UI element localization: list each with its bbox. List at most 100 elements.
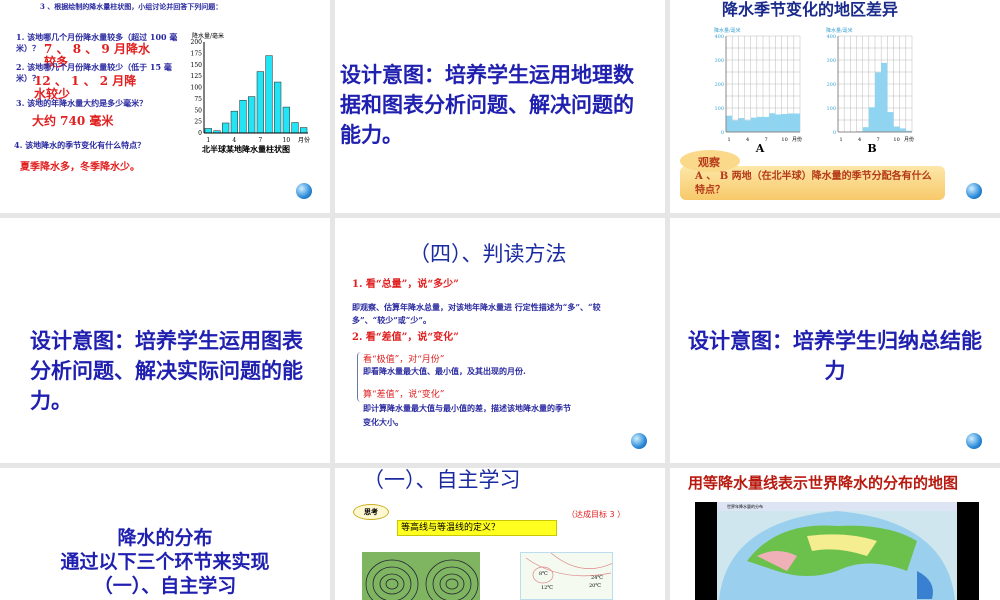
method-2b-desc: 即计算降水量最大值与最小值的差，描述该地降水量的季节变化大小。 [363,403,571,427]
x-tick-label: 1 [839,137,842,143]
method-1: 1. 看“总量”，说“多少” [352,279,459,290]
bar-3 [222,122,230,134]
slide-thumbnail-8[interactable]: （一）、自主学习 思考 （达成目标 3 ） 等高线与等温线的定义？ 8℃ 12℃… [335,468,665,600]
y-tick-label: 300 [826,58,836,64]
x-tick-label: 4 [232,137,236,144]
question-3: 3. 该地的年降水量大约是多少毫米？ [16,98,148,108]
y-tick-label: 400 [826,34,836,40]
isotherm-label: 20℃ [589,583,601,589]
bar-4 [744,120,751,132]
question-box: 等高线与等温线的定义？ [397,520,557,536]
slide-title: 降水季节变化的地区差异 [722,0,899,19]
slide-title: 用等降水量线表示世界降水的分布的地图 [688,474,959,492]
bar-12 [793,113,800,132]
chart-title: 北半球某地降水量柱状图 [202,144,290,154]
method-1-desc: 即观察、估算年降水总量，对该地年降水量进 行定性描述为“多”、“较多”、“较少”… [352,302,601,325]
slide-thumbnail-4[interactable]: 设计意图：培养学生运用图表分析问题、解决实际问题的能力。 [0,218,330,463]
observe-question: A 、 B 两地（在北半球）降水量的季节分配各有什么特点？ [695,171,932,196]
y-tick-label: 0 [198,130,202,137]
chart-title: B [867,142,876,154]
answer-4: 夏季降水多，冬季降水少。 [20,162,140,173]
slide-thumbnail-5[interactable]: （四）、判读方法 1. 看“总量”，说“多少” 即观察、估算年降水总量，对该地年… [335,218,665,463]
contour-map [362,552,480,600]
map-window-title: 世界年降水量的分布 [717,502,957,511]
bar-8 [265,55,273,134]
y-tick-label: 125 [191,73,203,80]
x-tick-label: 4 [746,137,749,143]
slide-thumbnail-2[interactable]: 设计意图：培养学生运用地理数据和图表分析问题、解决问题的能力。 [335,0,665,213]
slide-subtitle: 通过以下三个环节来实现 [60,551,270,573]
slide-title: （一）、自主学习 [363,468,521,492]
design-intent-text: 设计意图：培养学生归纳总结能力 [688,328,982,383]
x-axis-label: 月份 [904,136,914,143]
x-tick-label: 1 [727,137,730,143]
x-tick-label: 10 [893,137,899,143]
observe-label: 观察 [698,156,720,169]
x-tick-label: 7 [764,137,767,143]
method-2b: 算“差值”，说“变化” [363,390,445,400]
y-axis-label: 降水量/毫米 [826,27,853,34]
bar-5 [750,117,757,132]
y-tick-label: 150 [191,62,203,69]
isotherm-label: 12℃ [541,585,553,591]
chart-a: 降水量/毫米 0 100 200 300 400 1 4 7 10 月份 A [714,27,802,154]
y-tick-label: 0 [721,130,724,136]
y-tick-label: 100 [826,106,836,112]
answer-3: 大约 740 毫米 [32,114,114,128]
bar-2 [732,120,739,132]
x-axis-label: 月份 [298,136,310,144]
slide-line3: （一）、自主学习 [93,575,237,597]
chart-b: 降水量/毫米 0 100 200 300 400 1 4 7 10 月份 B [826,27,914,154]
y-axis-label: 降水量/毫米 [714,27,741,34]
bar-10 [282,106,290,134]
bar-11 [787,113,794,132]
method-2a: 看“极值”，对“月份” [363,355,445,365]
question-4: 4. 该地降水的季节变化有什么特点？ [14,140,146,150]
isotherm-label: 8℃ [539,571,548,577]
bar-7 [875,72,882,132]
chart-title: A [755,142,765,154]
y-tick-label: 25 [194,119,202,126]
slide-title: （四）、判读方法 [409,242,567,266]
bar-1 [204,128,212,134]
bar-5 [862,127,869,132]
design-intent-text: 设计意图：培养学生运用地理数据和图表分析问题、解决问题的能力。 [340,62,634,147]
bar-11 [899,128,906,132]
bar-9 [274,81,282,134]
slide-thumbnail-9[interactable]: 用等降水量线表示世界降水的分布的地图 世界年降水量的分布 [670,468,1000,600]
bar-9 [775,114,782,132]
x-tick-label: 7 [258,137,262,144]
slide-heading: 3 、根据绘制的降水量柱状图，小组讨论并回答下列问题： [40,2,223,11]
bar-1 [726,115,733,132]
y-tick-label: 200 [826,82,836,88]
precipitation-bar-chart: 降水量/毫米02550751001251501752001 4 7 10 月份北半球某地… [191,32,310,154]
globe-icon [966,183,982,199]
y-tick-label: 100 [714,106,724,112]
y-tick-label: 75 [194,96,202,103]
bar-7 [256,71,264,134]
think-label: 思考 [364,507,378,516]
slide-thumbnail-6[interactable]: 设计意图：培养学生归纳总结能力 [670,218,1000,463]
map-video-frame: 世界年降水量的分布 [695,502,979,600]
isotherm-map: 8℃ 12℃ 24℃ 20℃ [520,552,613,600]
bar-12 [300,127,308,134]
world-precipitation-map [719,511,955,600]
bar-5 [239,99,247,134]
y-tick-label: 200 [191,39,203,46]
slide-thumbnail-1[interactable]: 3 、根据绘制的降水量柱状图，小组讨论并回答下列问题： 1. 该地哪几个月份降水… [0,0,330,213]
y-tick-label: 400 [714,34,724,40]
bar-6 [248,96,256,134]
slide-title: 降水的分布 [117,527,213,549]
bar-11 [291,122,299,134]
slide-thumbnail-3[interactable]: 降水季节变化的地区差异 降水量/毫米 0 100 200 300 400 1 4 7 10 月份 A … [670,0,1000,213]
x-tick-label: 10 [283,137,291,144]
bar-6 [868,107,875,132]
goal-label: （达成目标 3 ） [567,510,626,519]
method-2a-desc: 即看降水量最大值、最小值，及其出现的月份. [363,366,526,376]
slide-thumbnail-7[interactable]: 降水的分布 通过以下三个环节来实现 （一）、自主学习 [0,468,330,600]
bar-6 [756,116,763,132]
isotherm-label: 24℃ [591,575,603,581]
bar-10 [781,114,788,132]
globe-icon [296,183,312,199]
bar-8 [769,113,776,132]
